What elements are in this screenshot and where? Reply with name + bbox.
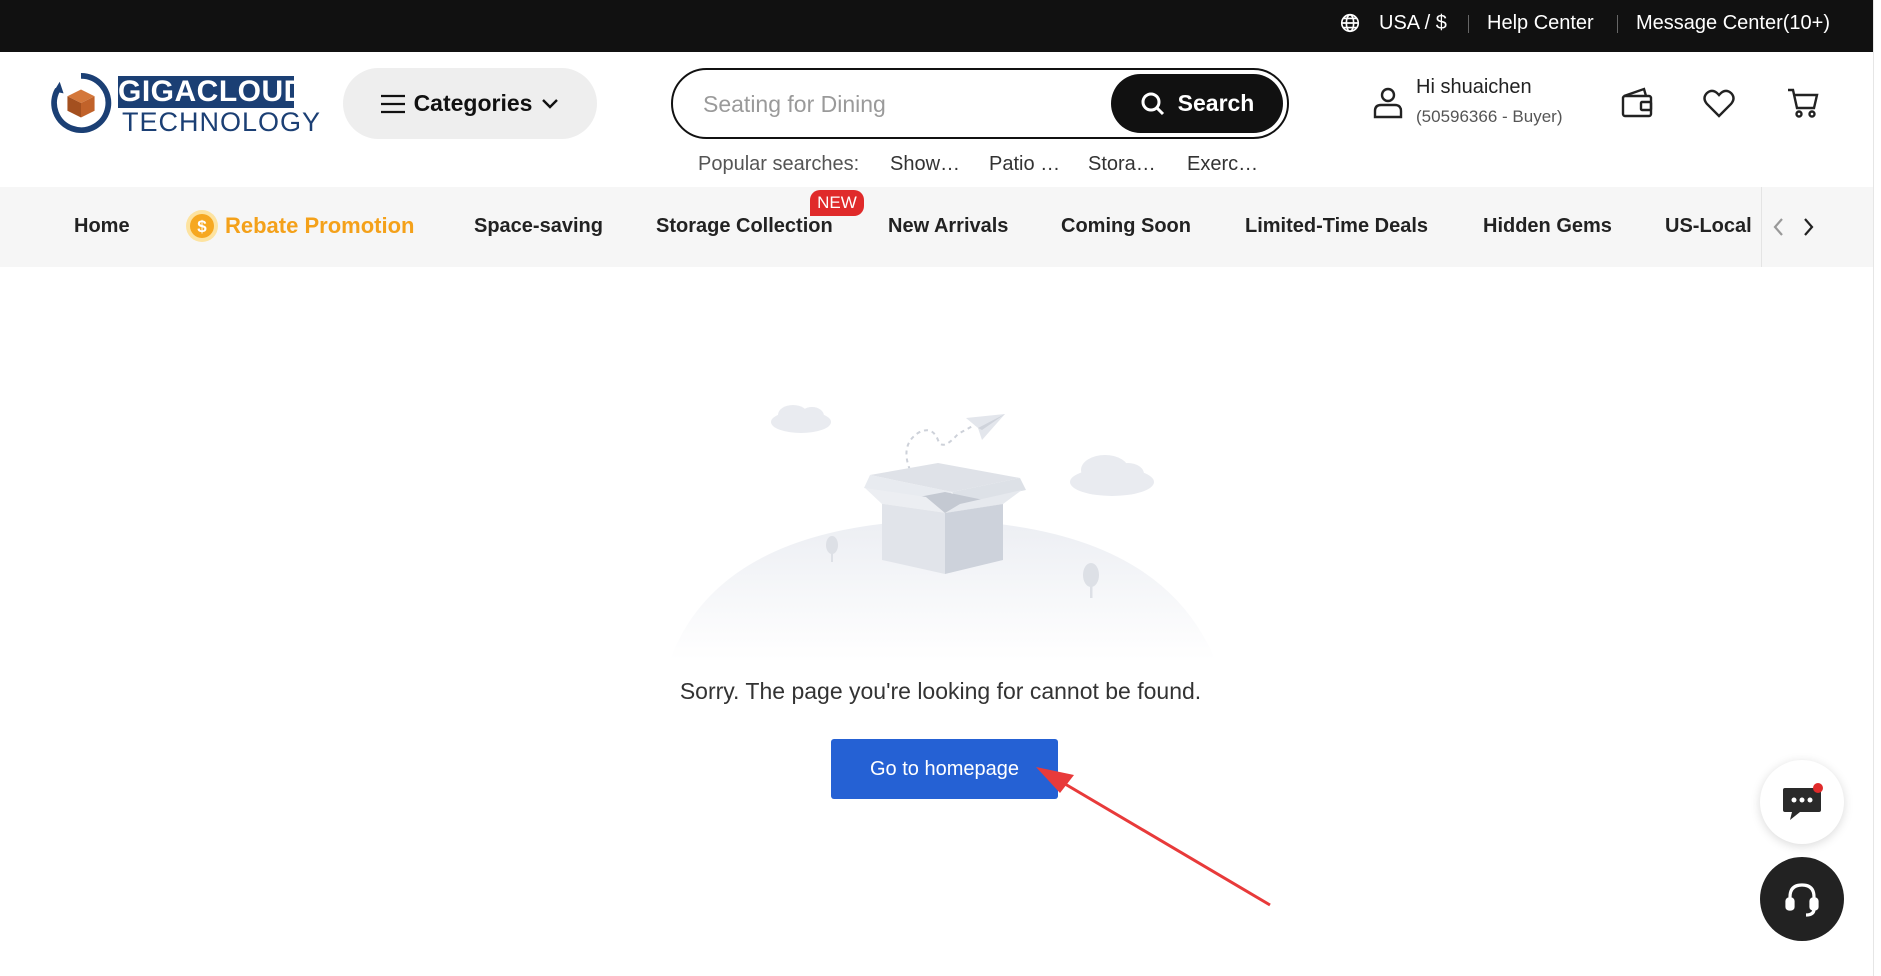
chat-bubble-icon (1783, 783, 1823, 820)
help-center-link[interactable]: Help Center (1487, 12, 1594, 35)
nav-item-home[interactable]: Home (74, 215, 130, 238)
nav-item-rebate-promotion[interactable]: Rebate Promotion (225, 213, 414, 239)
divider (1617, 15, 1618, 33)
chevron-left-icon[interactable] (1769, 215, 1789, 239)
page: USA / $ Help Center Message Center(10+) … (0, 0, 1881, 976)
search-icon (1141, 92, 1164, 115)
categories-label: Categories (413, 90, 533, 116)
search-button-label: Search (1177, 90, 1255, 116)
user-account-id: (50596366 - Buyer) (1416, 107, 1563, 126)
search-bar: Search (671, 68, 1289, 139)
heart-icon[interactable] (1702, 86, 1736, 120)
nav-item-storage-collection[interactable]: Storage Collection (656, 215, 833, 238)
categories-button[interactable]: Categories (343, 68, 597, 139)
nav-divider (1761, 187, 1762, 267)
menu-icon (380, 94, 405, 113)
wallet-icon[interactable] (1620, 86, 1654, 120)
message-center-link[interactable]: Message Center(10+) (1636, 12, 1830, 35)
nav-item-hidden-gems[interactable]: Hidden Gems (1483, 215, 1612, 238)
logo-wordmark-top: GIGACLOUD (118, 75, 306, 108)
headset-icon (1785, 883, 1819, 917)
chevron-down-icon (542, 98, 559, 109)
nav-item-coming-soon[interactable]: Coming Soon (1061, 215, 1191, 238)
not-found-message: Sorry. The page you're looking for canno… (679, 678, 1202, 704)
chat-message-button[interactable] (1760, 760, 1844, 844)
popular-searches: Popular searches: Show… Patio … Stora… E… (698, 153, 1258, 176)
gigacloud-logo[interactable]: GIGACLOUD TECHNOLOGY (50, 70, 320, 137)
region-currency-selector[interactable]: USA / $ (1379, 12, 1447, 35)
svg-text:$: $ (197, 217, 207, 236)
globe-icon[interactable] (1339, 12, 1361, 34)
category-nav: Home $ Rebate Promotion Space-saving Sto… (0, 187, 1873, 267)
coin-icon: $ (186, 210, 218, 242)
new-badge: NEW (810, 190, 864, 216)
popular-search-item[interactable]: Stora… (1088, 153, 1156, 176)
go-to-homepage-button[interactable]: Go to homepage (831, 739, 1058, 799)
user-greeting[interactable]: Hi shuaichen (1416, 76, 1532, 99)
popular-search-item[interactable]: Patio … (989, 153, 1060, 176)
cart-icon[interactable] (1786, 86, 1820, 120)
nav-item-limited-time-deals[interactable]: Limited-Time Deals (1245, 215, 1428, 238)
chevron-right-icon[interactable] (1798, 215, 1818, 239)
popular-searches-label: Popular searches: (698, 153, 860, 175)
nav-item-new-arrivals[interactable]: New Arrivals (888, 215, 1008, 238)
customer-support-button[interactable] (1760, 857, 1844, 941)
search-input[interactable] (703, 86, 1103, 122)
logo-wordmark-bottom: TECHNOLOGY (122, 107, 322, 137)
top-bar: USA / $ Help Center Message Center(10+) (0, 0, 1873, 52)
annotation-arrow-icon (1036, 767, 1271, 907)
logo-box-icon (51, 72, 112, 134)
empty-box-illustration (670, 405, 1215, 660)
user-icon[interactable] (1371, 85, 1405, 119)
popular-search-item[interactable]: Show… (890, 153, 960, 176)
popular-search-item[interactable]: Exerc… (1187, 153, 1258, 176)
nav-item-us-local[interactable]: US-Local (1665, 215, 1752, 238)
window-edge (1873, 0, 1881, 976)
divider (1468, 15, 1469, 33)
nav-item-space-saving[interactable]: Space-saving (474, 215, 603, 238)
search-button[interactable]: Search (1111, 74, 1283, 133)
